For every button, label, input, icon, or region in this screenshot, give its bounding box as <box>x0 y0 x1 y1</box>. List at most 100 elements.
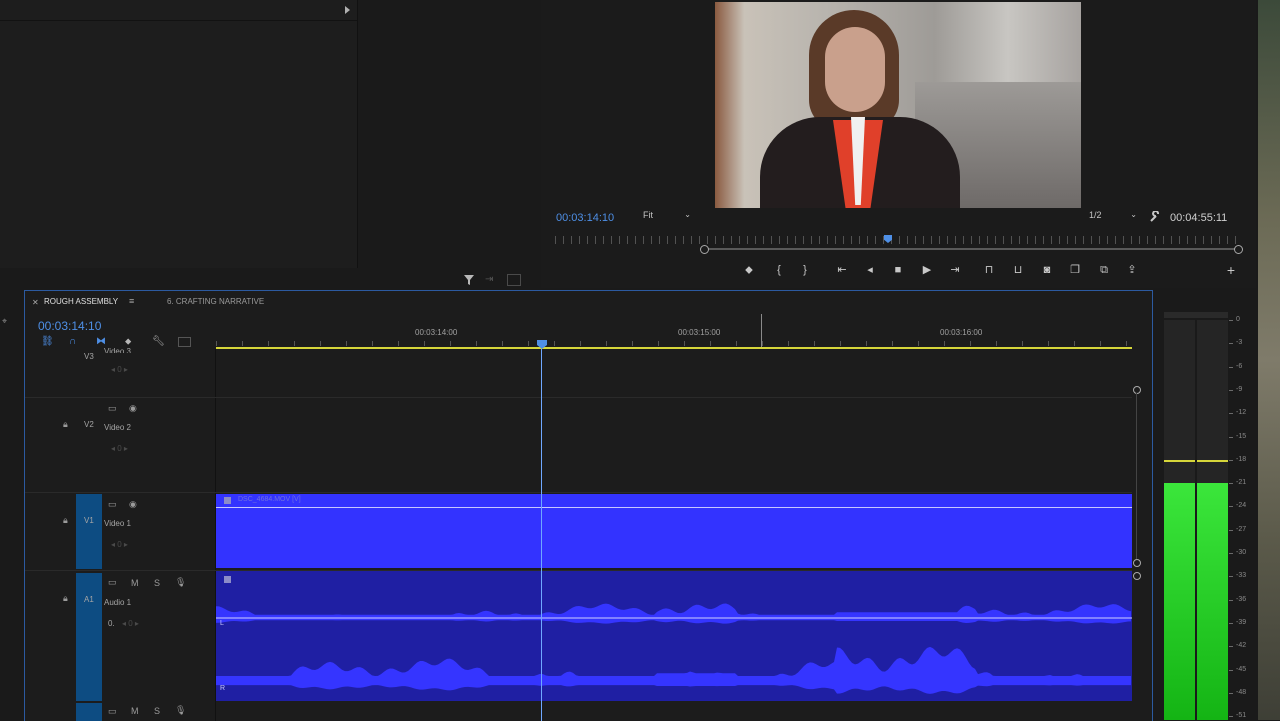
meter-scale-label: -36 <box>1236 595 1247 603</box>
lock-icon[interactable]: 🔒︎ <box>63 419 68 429</box>
scroll-handle-video[interactable] <box>1133 386 1141 394</box>
eye-icon[interactable]: ◉ <box>129 403 137 413</box>
meter-scale-label: -15 <box>1236 432 1247 440</box>
monitor-ruler[interactable] <box>555 236 1239 244</box>
filter-icon[interactable] <box>463 273 475 285</box>
meter-scale-tick <box>1229 622 1233 624</box>
monitor-scrollbar[interactable] <box>704 248 1238 250</box>
meter-channel-gap <box>1195 320 1197 720</box>
track-separator <box>25 397 1132 398</box>
zoom-dropdown[interactable]: Fit ⌄ <box>643 210 691 224</box>
monitor-scroll-handle-right[interactable] <box>1234 245 1243 254</box>
mute-button[interactable]: M <box>131 706 139 716</box>
meter-scale-tick <box>1229 506 1233 508</box>
toggle-sync-icon[interactable]: ▭ <box>108 499 117 509</box>
solo-button[interactable]: S <box>154 706 160 716</box>
mark-out-icon[interactable]: } <box>798 264 812 276</box>
tab-menu-icon[interactable]: ≡ <box>129 296 134 306</box>
lift-icon[interactable]: ⊓ <box>982 264 996 276</box>
step-back-icon[interactable]: ◂ <box>863 264 877 276</box>
toggle-sync-icon[interactable]: ▭ <box>108 577 117 587</box>
linked-selection-icon[interactable]: ⧓ <box>96 336 106 347</box>
track-target-v1[interactable] <box>76 494 102 569</box>
track-name-v2: Video 2 <box>104 423 131 432</box>
mute-button[interactable]: M <box>131 578 139 588</box>
microphone-icon[interactable]: 🎙︎ <box>175 577 186 587</box>
mark-in-icon[interactable]: { <box>772 264 786 276</box>
toggle-sync-icon[interactable]: ▭ <box>108 706 117 716</box>
microphone-icon[interactable]: 🎙︎ <box>175 705 186 715</box>
tab-crafting-narrative[interactable]: 6. CRAFTING NARRATIVE <box>167 297 264 306</box>
track-name-v3: Video 3 <box>104 347 131 353</box>
program-duration-timecode: 00:04:55:11 <box>1170 212 1228 224</box>
timeline-ruler[interactable]: 00:03:14:00 00:03:15:00 00:03:16:00 <box>216 311 1132 349</box>
add-marker-icon[interactable]: ⬥ <box>742 264 756 276</box>
clip-label: DSC_4684.MOV [V] <box>238 496 301 503</box>
multicam-icon[interactable]: ⧉ <box>1097 264 1111 276</box>
lock-icon[interactable]: 🔒︎ <box>63 593 68 603</box>
stop-icon[interactable]: ■ <box>891 264 905 276</box>
track-volume-a1[interactable]: 0. <box>108 619 115 628</box>
ruler-tick-label: 00:03:14:00 <box>415 328 458 337</box>
program-current-timecode[interactable]: 00:03:14:10 <box>556 212 614 224</box>
tab-rough-assembly[interactable]: ROUGH ASSEMBLY <box>44 297 118 306</box>
add-button-icon[interactable]: + <box>1224 263 1238 277</box>
meter-scale-tick <box>1229 459 1233 461</box>
track-id-a1: A1 <box>84 595 94 604</box>
work-area-bar[interactable] <box>216 347 1132 349</box>
selection-tool-icon[interactable]: ⌖ <box>2 316 7 327</box>
extract-icon[interactable]: ⊔ <box>1011 264 1025 276</box>
meter-scale-tick <box>1229 716 1233 718</box>
monitor-scroll-handle-left[interactable] <box>700 245 709 254</box>
compare-view-icon[interactable]: ❐ <box>1068 264 1082 276</box>
meter-top-bar <box>1164 312 1228 318</box>
source-panel <box>0 0 358 268</box>
meter-scale-label: -45 <box>1236 665 1247 673</box>
meter-scale-label: -27 <box>1236 525 1247 533</box>
play-icon[interactable]: ▶ <box>920 264 934 276</box>
captions-icon[interactable] <box>178 337 191 347</box>
export-panel-icon[interactable] <box>507 274 521 286</box>
panel-menu-arrow-icon[interactable] <box>345 6 350 14</box>
track-id-v3: V3 <box>84 352 94 361</box>
snap-icon[interactable]: ∩ <box>69 336 76 347</box>
resolution-dropdown[interactable]: 1/2 ⌄ <box>1089 210 1137 224</box>
desktop-background <box>1258 0 1280 720</box>
timeline-panel: ✕ ROUGH ASSEMBLY ≡ 6. CRAFTING NARRATIVE… <box>24 290 1153 721</box>
meter-scale-tick <box>1229 436 1233 438</box>
ruler-tick-label: 00:03:16:00 <box>940 328 983 337</box>
meter-scale-label: -6 <box>1236 362 1243 370</box>
solo-button[interactable]: S <box>154 578 160 588</box>
scroll-track-video <box>1136 393 1137 559</box>
timeline-current-timecode[interactable]: 00:03:14:10 <box>38 319 101 333</box>
wrench-icon[interactable] <box>1149 210 1161 222</box>
meter-scale-tick <box>1229 576 1233 578</box>
add-marker-timeline-icon[interactable]: ⬥ <box>125 336 131 347</box>
go-to-out-icon[interactable]: ⇥ <box>948 264 962 276</box>
export-icon[interactable]: ⇪ <box>1125 264 1139 276</box>
meter-level-left <box>1164 483 1195 720</box>
scroll-handle-video-bottom[interactable] <box>1133 559 1141 567</box>
eye-icon[interactable]: ◉ <box>129 499 137 509</box>
audio-clip[interactable]: L R <box>216 571 1132 701</box>
toggle-sync-icon[interactable]: ▭ <box>108 403 117 413</box>
timeline-settings-icon[interactable]: 🔧︎ <box>152 336 165 347</box>
meter-level-right <box>1197 483 1228 720</box>
track-target-a2[interactable] <box>76 703 102 721</box>
track-name-v1: Video 1 <box>104 519 131 528</box>
go-to-in-icon[interactable]: ⇤ <box>835 264 849 276</box>
edit-point-marker <box>761 314 762 347</box>
meter-scale-label: -33 <box>1236 572 1247 580</box>
meter-scale-tick <box>1229 389 1233 391</box>
lock-icon[interactable]: 🔒︎ <box>63 515 68 525</box>
insert-icon[interactable]: ⇥ <box>485 274 497 285</box>
meter-scale-label: -12 <box>1236 409 1247 417</box>
scroll-handle-audio[interactable] <box>1133 572 1141 580</box>
nest-toggle-icon[interactable]: ⛓ <box>41 336 54 347</box>
tab-close-icon[interactable]: ✕ <box>32 298 39 307</box>
track-target-a1[interactable] <box>76 573 102 701</box>
video-clip[interactable]: DSC_4684.MOV [V] <box>216 494 1132 568</box>
track-id-v2: V2 <box>84 420 94 429</box>
program-monitor: 00:03:14:10 Fit ⌄ 1/2 ⌄ 00:04:55:11 ⬥ { … <box>541 0 1256 288</box>
camera-icon[interactable]: ◙ <box>1040 264 1054 276</box>
